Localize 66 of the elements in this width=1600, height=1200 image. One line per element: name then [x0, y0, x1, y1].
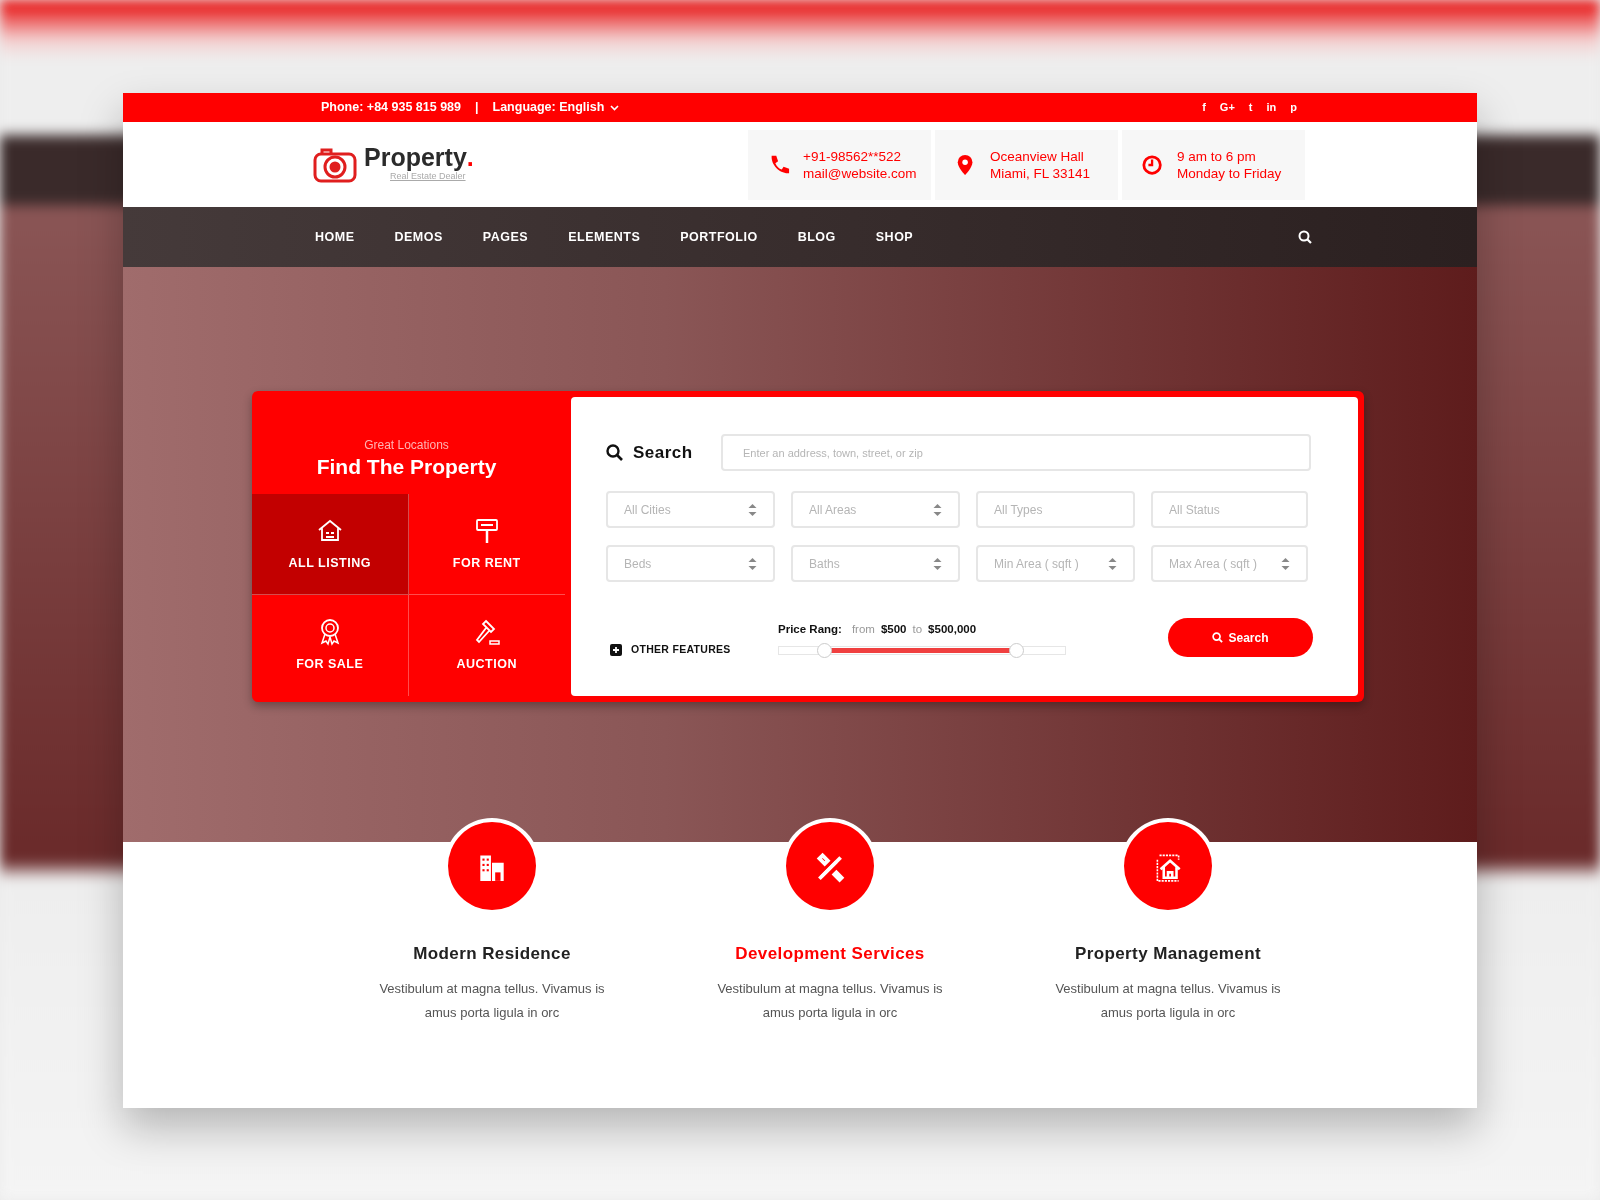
social-link[interactable]: p: [1290, 99, 1297, 116]
social-link[interactable]: in: [1266, 99, 1277, 116]
property-type-tab[interactable]: ALL LISTING: [252, 494, 409, 595]
sort-arrows-icon: [1108, 556, 1117, 571]
dropdown-field[interactable]: Baths: [791, 545, 960, 582]
sort-arrows-icon: [1281, 556, 1290, 571]
slider-thumb[interactable]: [817, 643, 833, 658]
price-range-label: Price Rang:: [778, 621, 842, 637]
plus-square-icon: [610, 643, 622, 656]
search-icon: [1212, 632, 1224, 644]
nav-link[interactable]: PAGES: [482, 227, 529, 247]
subtitle-text: Great Locations: [364, 437, 449, 454]
contact-text: +91-98562**522: [803, 147, 902, 165]
price-max-text: $500,000: [928, 621, 977, 637]
service-description: Vestibulum at magna tellus. Vivamus is amus porta ligula in orc: [1054, 979, 1282, 1022]
nav-link[interactable]: HOME: [315, 227, 355, 247]
separator-text: |: [475, 99, 479, 117]
clock-icon: [1142, 152, 1164, 177]
search-label: Search: [633, 441, 694, 464]
sort-arrows-icon: [748, 556, 757, 571]
address-input-field[interactable]: Enter an address, town, street, or zip: [721, 434, 1311, 471]
from-text: from: [851, 621, 875, 637]
nav-link[interactable]: PORTFOLIO: [680, 227, 758, 247]
chevron-down-icon: [610, 104, 620, 111]
sort-arrows-icon: [933, 502, 942, 517]
dropdown-field[interactable]: Min Area ( sqft ): [976, 545, 1135, 582]
nav-link[interactable]: DEMOS: [394, 227, 443, 247]
service-title[interactable]: Modern Residence: [413, 941, 571, 967]
contact-text: mail@website.com: [803, 164, 917, 182]
service-description: Vestibulum at magna tellus. Vivamus is amus porta ligula in orc: [716, 979, 944, 1022]
service-title[interactable]: Property Management: [1074, 941, 1262, 967]
search-icon: [606, 444, 623, 461]
sort-arrows-icon: [748, 502, 757, 517]
logo-text: Property: [364, 145, 467, 171]
language-selector[interactable]: Language: English: [492, 98, 620, 117]
contact-text: Miami, FL 33141: [990, 164, 1091, 182]
input-field[interactable]: All Types: [976, 491, 1135, 528]
service-description: Vestibulum at magna tellus. Vivamus is amus porta ligula in orc: [378, 979, 606, 1022]
contact-text: Oceanview Hall: [990, 147, 1085, 165]
other-features-link[interactable]: OTHER FEATURES: [631, 642, 731, 658]
dropdown-field[interactable]: All Cities: [606, 491, 775, 528]
dropdown-field[interactable]: All Areas: [791, 491, 960, 528]
social-link[interactable]: t: [1248, 99, 1253, 116]
search-button[interactable]: Search: [1168, 618, 1313, 658]
dropdown-field[interactable]: Beds: [606, 545, 775, 582]
search-icon[interactable]: [1298, 230, 1312, 244]
property-type-tab[interactable]: FOR SALE: [252, 595, 409, 696]
service-title[interactable]: Development Services: [735, 941, 925, 967]
dropdown-field[interactable]: Max Area ( sqft ): [1151, 545, 1308, 582]
to-text: to: [912, 621, 923, 637]
logo-dot: .: [466, 145, 474, 171]
nav-link[interactable]: SHOP: [875, 227, 914, 247]
input-field[interactable]: All Status: [1151, 491, 1308, 528]
title-text: Find The Property: [316, 454, 497, 480]
price-slider-track[interactable]: [778, 646, 1066, 655]
sort-arrows-icon: [933, 556, 942, 571]
nav-link[interactable]: BLOG: [797, 227, 836, 247]
price-min-text: $500: [880, 621, 907, 637]
slider-thumb[interactable]: [1008, 643, 1024, 658]
camera-logo-icon: [313, 146, 357, 183]
phone-text: Phone: +84 935 815 989: [321, 99, 462, 117]
nav-link[interactable]: ELEMENTS: [568, 227, 641, 247]
social-link[interactable]: G+: [1219, 99, 1235, 116]
logo-tagline: Real Estate Dealer: [390, 171, 466, 184]
contact-text: Monday to Friday: [1177, 164, 1282, 182]
contact-text: 9 am to 6 pm: [1177, 147, 1257, 165]
